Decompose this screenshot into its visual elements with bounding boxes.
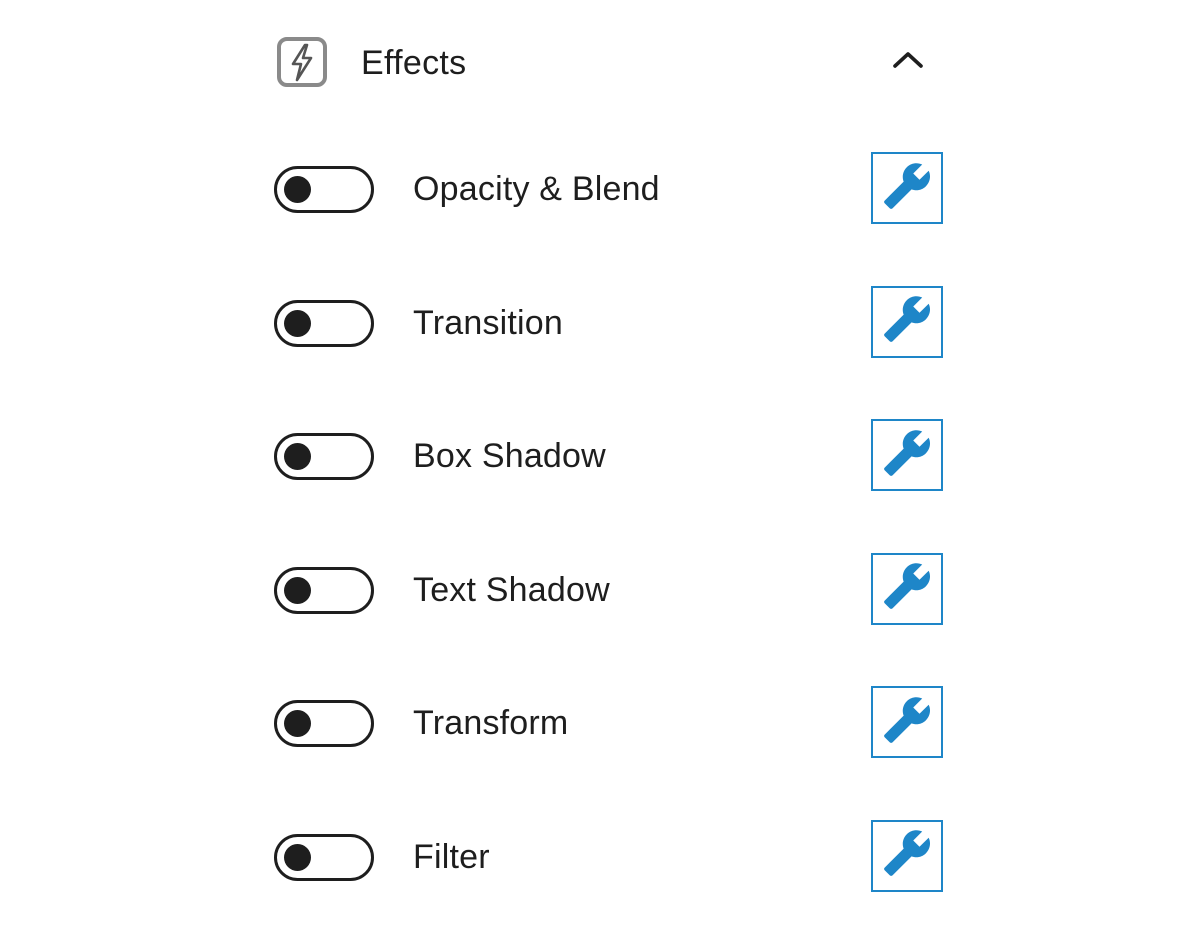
effect-settings-button[interactable] <box>871 419 943 492</box>
effects-list: Opacity & Blend Transition Box Shadow Te… <box>274 123 946 925</box>
effects-panel: Effects Opacity & Blend Transition Box S… <box>274 0 946 931</box>
effect-toggle[interactable] <box>274 166 374 213</box>
collapse-panel-button[interactable] <box>884 44 932 80</box>
effect-settings-button[interactable] <box>871 152 943 224</box>
toggle-knob <box>284 309 311 337</box>
effect-toggle[interactable] <box>274 566 374 614</box>
panel-header[interactable]: Effects <box>274 30 946 94</box>
wrench-icon <box>882 828 932 883</box>
effect-toggle[interactable] <box>274 833 374 881</box>
effect-row-box-shadow: Box Shadow <box>274 390 946 524</box>
effect-row-opacity-blend: Opacity & Blend <box>274 123 946 257</box>
effect-label: Opacity & Blend <box>413 170 660 208</box>
toggle-knob <box>284 843 311 871</box>
toggle-knob <box>284 443 311 471</box>
effect-settings-button[interactable] <box>871 819 943 892</box>
effect-label: Transform <box>413 704 569 743</box>
effect-row-transform: Transform <box>274 657 946 791</box>
effect-toggle[interactable] <box>274 700 374 748</box>
effect-settings-button[interactable] <box>871 552 943 625</box>
panel-title: Effects <box>361 44 467 82</box>
effect-settings-button[interactable] <box>871 285 943 358</box>
effect-label: Box Shadow <box>413 437 606 476</box>
effect-toggle[interactable] <box>274 299 374 347</box>
wrench-icon <box>882 428 932 483</box>
toggle-knob <box>284 176 311 203</box>
effect-label: Filter <box>413 837 490 876</box>
toggle-knob <box>284 576 311 604</box>
effect-label: Transition <box>413 303 564 342</box>
effect-toggle[interactable] <box>274 433 374 481</box>
effect-label: Text Shadow <box>413 570 610 609</box>
effect-row-filter: Filter <box>274 791 946 925</box>
wrench-icon <box>882 161 932 216</box>
wrench-icon <box>882 561 932 616</box>
lightning-bolt-icon <box>276 36 328 88</box>
chevron-up-icon <box>891 50 925 75</box>
effect-row-text-shadow: Text Shadow <box>274 524 946 658</box>
toggle-knob <box>284 710 311 738</box>
wrench-icon <box>882 294 932 349</box>
wrench-icon <box>882 695 932 750</box>
effect-row-transition: Transition <box>274 257 946 391</box>
effect-settings-button[interactable] <box>871 686 943 759</box>
